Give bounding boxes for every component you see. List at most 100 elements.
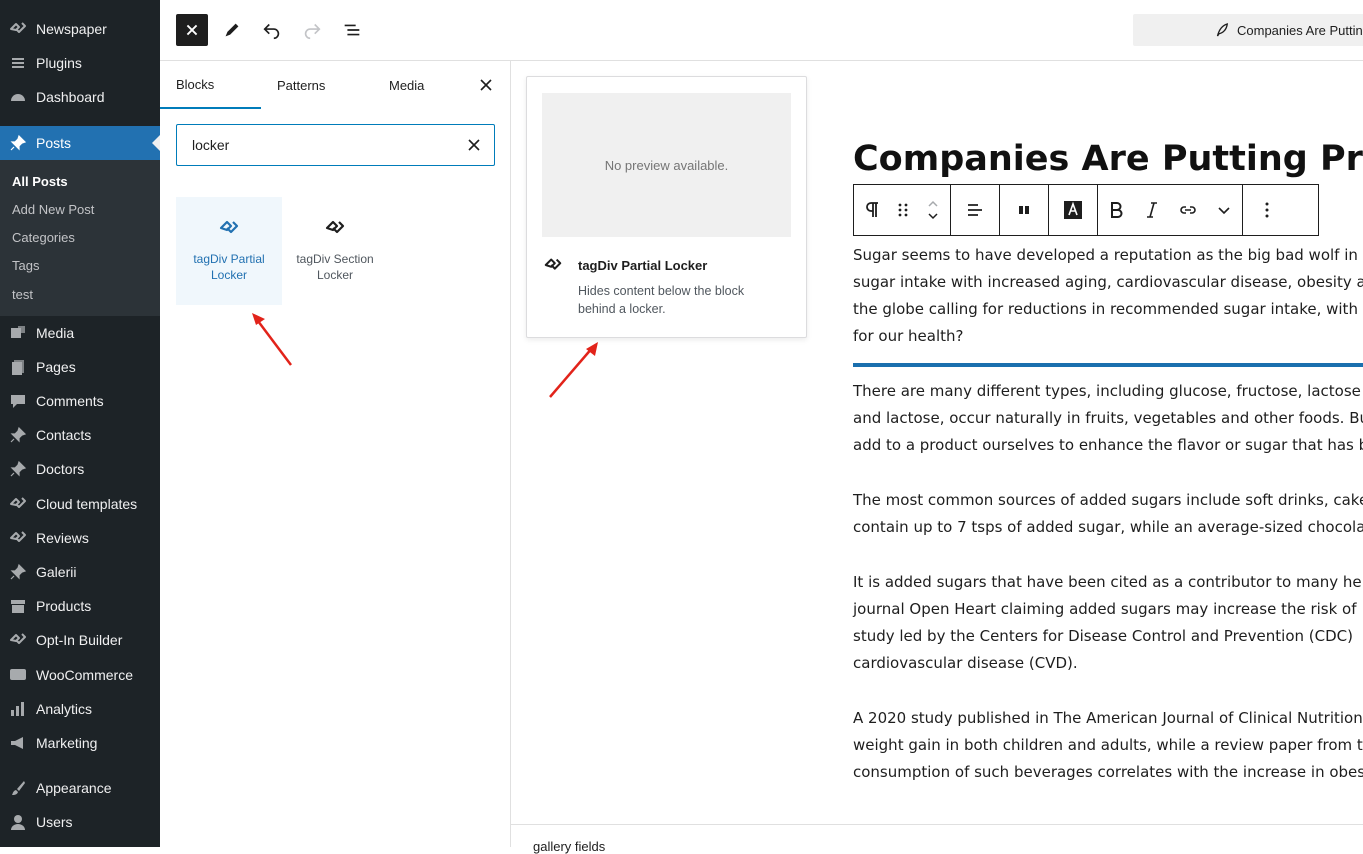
- paragraph-block[interactable]: A 2020 study published in The American J…: [853, 705, 1363, 786]
- admin-menu-cloud-templates[interactable]: Cloud templates: [0, 487, 160, 521]
- undo-icon: [263, 23, 280, 40]
- submenu-item-test[interactable]: test: [12, 287, 33, 302]
- admin-sidebar: Newspaper Plugins Dashboard Posts Media Pages…: [0, 0, 160, 847]
- admin-menu-marketing[interactable]: Marketing: [0, 726, 160, 760]
- more-vertical-icon: [1265, 202, 1269, 218]
- redo-icon: [304, 23, 321, 40]
- admin-menu-label: Cloud templates: [36, 496, 138, 512]
- link-icon: [1180, 206, 1196, 214]
- paragraph-line: study led by the Centers for Disease Con…: [853, 627, 1353, 645]
- undo-button[interactable]: [256, 14, 288, 46]
- block-toolbar-group: [951, 185, 1000, 235]
- admin-menu-plugins[interactable]: Plugins: [0, 46, 160, 80]
- document-overview-button[interactable]: [336, 14, 368, 46]
- move-buttons[interactable]: [916, 185, 950, 235]
- paragraph-block[interactable]: The most common sources of added sugars …: [853, 487, 1363, 541]
- media-icon: [0, 316, 36, 350]
- admin-menu-doctors[interactable]: Doctors: [0, 452, 160, 486]
- separator-block[interactable]: [853, 363, 1363, 367]
- woo-icon: [0, 658, 36, 692]
- admin-menu-label: Newspaper: [36, 21, 107, 37]
- tab-blocks[interactable]: Blocks: [160, 61, 261, 109]
- admin-menu-posts[interactable]: Posts: [0, 126, 160, 160]
- options-button[interactable]: [1243, 185, 1291, 235]
- brush-icon: [0, 771, 36, 805]
- admin-menu-opt-in-builder[interactable]: Opt-In Builder: [0, 623, 160, 657]
- pin-icon: [0, 452, 36, 486]
- bold-icon: [1111, 202, 1123, 218]
- tagdiv-icon: [544, 258, 562, 270]
- tagdiv-icon: [0, 487, 36, 521]
- admin-menu-dashboard[interactable]: Dashboard: [0, 80, 160, 114]
- admin-menu-newspaper[interactable]: Newspaper: [0, 12, 160, 46]
- admin-menu-comments[interactable]: Comments: [0, 384, 160, 418]
- close-icon[interactable]: [476, 75, 496, 95]
- tab-media[interactable]: Media: [389, 61, 424, 109]
- block-result-label: tagDiv Partial Locker: [193, 252, 265, 282]
- admin-menu-pages[interactable]: Pages: [0, 350, 160, 384]
- clear-search-icon[interactable]: [466, 137, 482, 153]
- block-toolbar-group: [1049, 185, 1098, 235]
- tagdiv-icon: [325, 220, 345, 234]
- submenu-item-add-new-post[interactable]: Add New Post: [12, 202, 94, 217]
- pin-icon: [0, 555, 36, 589]
- drag-icon: [898, 203, 908, 217]
- paragraph-block-button[interactable]: [854, 185, 890, 235]
- submenu-item-tags[interactable]: Tags: [12, 258, 39, 273]
- paragraph-line: the globe calling for reductions in reco…: [853, 300, 1358, 318]
- paragraph-block[interactable]: There are many different types, includin…: [853, 378, 1363, 459]
- submenu-item-categories[interactable]: Categories: [12, 230, 75, 245]
- admin-menu-label: Users: [36, 814, 73, 830]
- admin-menu-contacts[interactable]: Contacts: [0, 418, 160, 452]
- close-inserter-button[interactable]: [176, 14, 208, 46]
- redo-button[interactable]: [296, 14, 328, 46]
- bold-button[interactable]: [1098, 185, 1134, 235]
- tagdiv-icon: [0, 521, 36, 555]
- admin-menu-users[interactable]: Users: [0, 805, 160, 839]
- tagdiv-icon: [0, 12, 36, 46]
- admin-menu-media[interactable]: Media: [0, 316, 160, 350]
- admin-menu-analytics[interactable]: Analytics: [0, 692, 160, 726]
- chevron-up-down-icon: [928, 200, 938, 220]
- link-button[interactable]: [1170, 185, 1206, 235]
- align-button[interactable]: [951, 185, 999, 235]
- admin-menu-galerii[interactable]: Galerii: [0, 555, 160, 589]
- admin-menu-label: Contacts: [36, 427, 92, 443]
- admin-menu-label: Comments: [36, 393, 104, 409]
- text-color-icon: [1064, 201, 1082, 219]
- block-search-input[interactable]: locker: [176, 124, 495, 166]
- admin-menu-label: Media: [36, 325, 75, 341]
- paragraph-block[interactable]: Sugar seems to have developed a reputati…: [853, 242, 1363, 350]
- paragraph-line: and lactose, occur naturally in fruits, …: [853, 409, 1363, 427]
- admin-menu-products[interactable]: Products: [0, 589, 160, 623]
- admin-menu-reviews[interactable]: Reviews: [0, 521, 160, 555]
- preview-title: tagDiv Partial Locker: [578, 258, 708, 273]
- pilcrow-icon: [866, 202, 878, 217]
- close-icon: [186, 24, 198, 36]
- text-color-button[interactable]: [1049, 185, 1097, 235]
- admin-menu-appearance[interactable]: Appearance: [0, 771, 160, 805]
- block-result-section-locker[interactable]: tagDiv Section Locker: [282, 197, 388, 305]
- block-result-partial-locker[interactable]: tagDiv Partial Locker: [176, 197, 282, 305]
- italic-icon: [1147, 202, 1157, 218]
- megaphone-icon: [0, 726, 36, 760]
- post-title[interactable]: Companies Are Putting Profits: [853, 139, 1363, 179]
- italic-button[interactable]: [1134, 185, 1170, 235]
- tab-patterns[interactable]: Patterns: [277, 61, 325, 109]
- more-formatting-button[interactable]: [1206, 185, 1242, 235]
- submenu-item-all-posts[interactable]: All Posts: [12, 174, 68, 189]
- dropcap-button[interactable]: [1000, 185, 1048, 235]
- document-title: Companies Are Putting Profits: [1237, 22, 1363, 38]
- preview-description: Hides content below the block behind a l…: [578, 284, 745, 316]
- block-preview-popover: No preview available. tagDiv Partial Loc…: [526, 76, 807, 338]
- paragraph-line: for our health?: [853, 327, 964, 345]
- drag-handle[interactable]: [890, 185, 916, 235]
- pencil-icon: [225, 23, 239, 37]
- admin-menu-woocommerce[interactable]: WooCommerce: [0, 658, 160, 692]
- edit-tool-button[interactable]: [216, 14, 248, 46]
- paragraph-line: add to a product ourselves to enhance th…: [853, 436, 1363, 454]
- users-icon: [0, 805, 36, 839]
- paragraph-block[interactable]: It is added sugars that have been cited …: [853, 569, 1362, 677]
- document-title-bar[interactable]: Companies Are Putting Profits: [1133, 14, 1363, 46]
- block-toolbar-group: [1098, 185, 1243, 235]
